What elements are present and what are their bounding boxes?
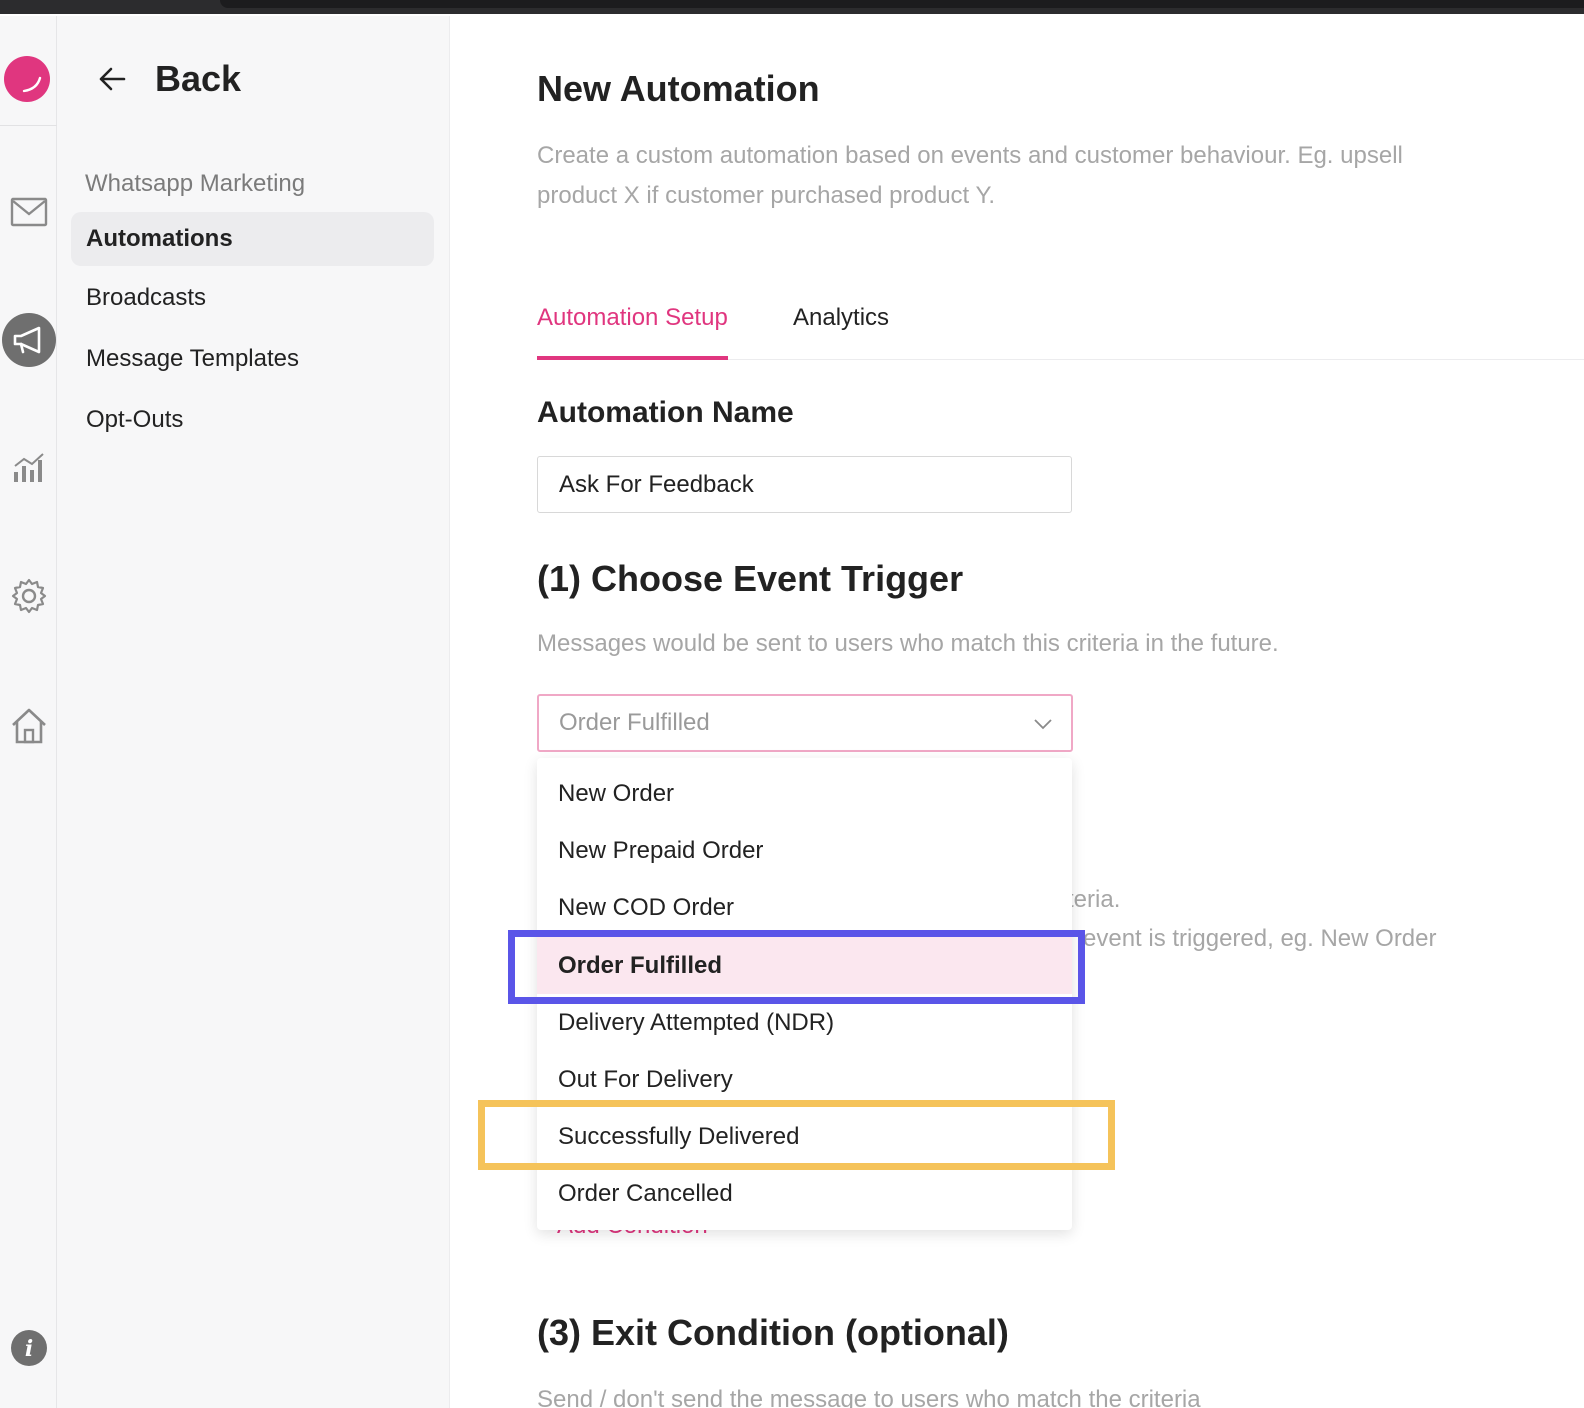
dropdown-option-new-cod-order[interactable]: New COD Order	[537, 879, 1072, 936]
exit-condition-heading: (3) Exit Condition (optional)	[537, 1312, 1009, 1353]
info-icon[interactable]: i	[0, 1328, 57, 1368]
highlight-box-yellow	[478, 1100, 1115, 1170]
arrow-left-icon	[99, 67, 126, 91]
analytics-icon[interactable]	[0, 448, 57, 488]
nav-item-opt-outs[interactable]: Opt-Outs	[71, 393, 434, 447]
logo-icon[interactable]	[4, 56, 50, 102]
home-icon[interactable]	[0, 704, 57, 748]
highlight-box-blue	[508, 930, 1085, 1004]
tab-automation-setup[interactable]: Automation Setup	[537, 296, 728, 360]
nav-item-label: Automations	[86, 225, 233, 252]
nav-item-label: Broadcasts	[86, 284, 207, 311]
back-button[interactable]: Back	[97, 58, 241, 100]
event-trigger-heading: (1) Choose Event Trigger	[537, 558, 964, 599]
automation-name-heading: Automation Name	[537, 396, 794, 429]
dropdown-option-new-prepaid-order[interactable]: New Prepaid Order	[537, 822, 1072, 879]
event-trigger-select[interactable]: Order Fulfilled	[537, 694, 1073, 752]
window-chrome-tab	[220, 0, 1584, 8]
automation-name-input[interactable]: Ask For Feedback	[537, 456, 1072, 513]
gear-icon[interactable]	[0, 576, 57, 616]
page-title: New Automation	[537, 68, 820, 109]
select-value: Order Fulfilled	[559, 709, 710, 736]
side-navigation: Back Whatsapp Marketing Automations Broa…	[57, 16, 450, 1408]
icon-rail: i	[0, 16, 57, 1408]
rail-divider	[0, 125, 57, 126]
nav-item-broadcasts[interactable]: Broadcasts	[71, 271, 434, 325]
nav-item-automations[interactable]: Automations	[71, 212, 434, 266]
back-label: Back	[155, 58, 242, 99]
page-description: Create a custom automation based on even…	[537, 142, 1403, 209]
megaphone-icon[interactable]	[0, 313, 57, 367]
tab-analytics[interactable]: Analytics	[793, 296, 889, 360]
dropdown-option-order-cancelled[interactable]: Order Cancelled	[537, 1165, 1072, 1222]
condition-hint-fragment-2: event is triggered, eg. New Order	[1083, 925, 1437, 952]
tab-bar: Automation Setup Analytics	[537, 296, 1584, 360]
dropdown-option-new-order[interactable]: New Order	[537, 765, 1072, 822]
mail-icon[interactable]	[0, 192, 57, 232]
svg-text:i: i	[24, 1336, 32, 1362]
nav-item-label: Opt-Outs	[86, 406, 184, 433]
condition-hint-fragment: teria.	[1067, 886, 1121, 913]
nav-item-label: Message Templates	[86, 345, 299, 372]
chevron-down-icon	[1034, 719, 1052, 730]
nav-item-message-templates[interactable]: Message Templates	[71, 332, 434, 386]
main-content: New Automation Create a custom automatio…	[537, 16, 1584, 1408]
exit-condition-hint: Send / don't send the message to users w…	[537, 1386, 1201, 1408]
event-trigger-hint: Messages would be sent to users who matc…	[537, 630, 1279, 657]
window-top-bar	[0, 0, 1584, 16]
nav-section-title: Whatsapp Marketing	[85, 170, 306, 197]
